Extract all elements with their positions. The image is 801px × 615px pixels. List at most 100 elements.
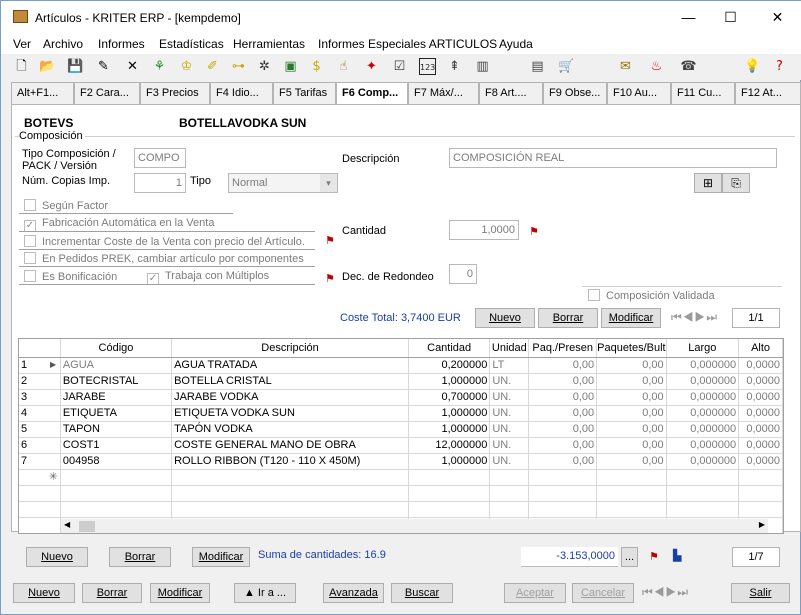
- cell-paq-presen[interactable]: 0,00: [528, 421, 598, 438]
- cell-codigo[interactable]: COST1: [60, 437, 173, 454]
- new-row-cell[interactable]: [666, 469, 740, 486]
- new-row-cell[interactable]: [738, 469, 783, 486]
- cell-paquetes-bult[interactable]: 0,00: [596, 357, 667, 374]
- horizontal-scrollbar[interactable]: ◀ ▶: [61, 519, 768, 533]
- tab-f5[interactable]: F5 Tarifas: [273, 82, 336, 104]
- cell-codigo[interactable]: TAPON: [60, 421, 173, 438]
- cell-cantidad[interactable]: 1,000000: [408, 373, 491, 390]
- pencil-icon[interactable]: ✐: [204, 58, 221, 75]
- cell-cantidad[interactable]: 0,700000: [408, 389, 491, 406]
- menu-archivo[interactable]: Archivo: [43, 37, 83, 51]
- multiplos-checkbox[interactable]: ✓ Trabaja con Múltiplos: [147, 270, 269, 285]
- cell-paquetes-bult[interactable]: 0,00: [596, 421, 667, 438]
- tipo-composicion-field[interactable]: COMPO: [134, 148, 186, 168]
- new-document-icon[interactable]: 🗋: [13, 58, 30, 75]
- cell-paquetes-bult[interactable]: 0,00: [596, 373, 667, 390]
- checklist-icon[interactable]: ☑: [391, 58, 408, 75]
- cell-paquetes-bult[interactable]: 0,00: [596, 389, 667, 406]
- segun-factor-checkbox[interactable]: Según Factor: [24, 199, 108, 212]
- cell-paquetes-bult[interactable]: 0,00: [596, 405, 667, 422]
- network-icon[interactable]: ✲: [256, 58, 273, 75]
- cell-largo[interactable]: 0,000000: [666, 421, 740, 438]
- money-bag-icon[interactable]: ♨: [648, 58, 665, 75]
- cell-alto[interactable]: 0,0000: [738, 373, 783, 390]
- cell-descripcion[interactable]: AGUA TRATADA: [171, 357, 409, 374]
- aceptar-button[interactable]: Aceptar: [504, 583, 566, 603]
- scroll-left-icon[interactable]: ◀: [64, 520, 70, 529]
- open-folder-icon[interactable]: 📂: [39, 58, 56, 75]
- save-icon[interactable]: 💾: [67, 58, 84, 75]
- copias-field[interactable]: 1: [134, 173, 186, 193]
- new-row-cell[interactable]: [528, 469, 598, 486]
- cell-codigo[interactable]: AGUA: [60, 357, 173, 374]
- tab-f10[interactable]: F10 Au...: [607, 82, 671, 104]
- menu-ayuda[interactable]: Ayuda: [499, 37, 533, 51]
- cell-unidad[interactable]: LT: [489, 357, 530, 374]
- structure-icon[interactable]: ⊶: [230, 58, 247, 75]
- main-navigator-icons[interactable]: ⏮◀▶⏭: [642, 585, 689, 600]
- menu-informes[interactable]: Informes: [98, 37, 145, 51]
- cell-paq-presen[interactable]: 0,00: [528, 373, 598, 390]
- header-paq-presen[interactable]: Paq./Presen: [528, 339, 598, 358]
- menu-herramientas[interactable]: Herramientas: [233, 37, 305, 51]
- buscar-button[interactable]: Buscar: [391, 583, 453, 603]
- cell-largo[interactable]: 0,000000: [666, 405, 740, 422]
- cell-largo[interactable]: 0,000000: [666, 373, 740, 390]
- modificar-linea-button[interactable]: Modificar: [192, 547, 250, 567]
- tab-f2[interactable]: F2 Cara...: [74, 82, 140, 104]
- note-icon[interactable]: ✉: [617, 58, 634, 75]
- cell-alto[interactable]: 0,0000: [738, 453, 783, 470]
- cell-paq-presen[interactable]: 0,00: [528, 357, 598, 374]
- menu-informes-especiales[interactable]: Informes Especiales ARTICULOS: [318, 37, 497, 51]
- cell-codigo[interactable]: JARABE: [60, 389, 173, 406]
- cell-descripcion[interactable]: ROLLO RIBBON (T120 - 110 X 450M): [171, 453, 409, 470]
- flag-icon[interactable]: ▙: [673, 549, 681, 562]
- tab-f3[interactable]: F3 Precios: [140, 82, 210, 104]
- bar-chart-icon[interactable]: ▥: [474, 58, 491, 75]
- ir-a-button[interactable]: ▲ Ir a ...: [234, 583, 296, 603]
- redondeo-help-icon[interactable]: ⚑: [325, 272, 335, 285]
- borrar-composicion-button[interactable]: Borrar: [538, 308, 598, 328]
- table-row[interactable]: 3 JARABE JARABE VODKA 0,700000 UN. 0,00 0,00 0,…: [19, 389, 783, 406]
- phone-icon[interactable]: ☎: [680, 58, 697, 75]
- cell-cantidad[interactable]: 1,000000: [408, 421, 491, 438]
- lines-help-icon[interactable]: ⚑: [649, 550, 659, 563]
- avanzada-button[interactable]: Avanzada: [323, 583, 384, 603]
- redondeo-field[interactable]: 0: [449, 264, 477, 284]
- cart-icon[interactable]: 🛒: [558, 58, 575, 75]
- wand-icon[interactable]: ✦: [363, 58, 380, 75]
- ellipsis-button[interactable]: ...: [621, 547, 638, 567]
- cell-unidad[interactable]: UN.: [489, 405, 530, 422]
- cell-cantidad[interactable]: 1,000000: [408, 405, 491, 422]
- new-row-cell[interactable]: [171, 469, 409, 486]
- scroll-right-icon[interactable]: ▶: [759, 520, 765, 529]
- cantidad-calc-icon[interactable]: ⚑: [529, 225, 539, 238]
- hand-icon[interactable]: ☝: [335, 58, 352, 75]
- header-alto[interactable]: Alto: [738, 339, 783, 358]
- cell-paq-presen[interactable]: 0,00: [528, 389, 598, 406]
- cell-unidad[interactable]: UN.: [489, 389, 530, 406]
- cell-largo[interactable]: 0,000000: [666, 437, 740, 454]
- header-descripcion[interactable]: Descripción: [171, 339, 409, 358]
- incrementar-checkbox[interactable]: Incrementar Coste de la Venta con precio…: [24, 235, 305, 248]
- new-row-marker[interactable]: ✳: [19, 469, 61, 486]
- nuevo-linea-button[interactable]: Nuevo: [26, 547, 88, 567]
- cell-alto[interactable]: 0,0000: [738, 357, 783, 374]
- header-unidad[interactable]: Unidad: [489, 339, 530, 358]
- validada-checkbox[interactable]: Composición Validada: [588, 289, 715, 302]
- nuevo-button[interactable]: Nuevo: [13, 583, 75, 603]
- cantidad-field[interactable]: 1,0000: [449, 220, 519, 240]
- cell-alto[interactable]: 0,0000: [738, 389, 783, 406]
- report-icon[interactable]: ▤: [529, 58, 546, 75]
- cell-alto[interactable]: 0,0000: [738, 421, 783, 438]
- new-row-cell[interactable]: [489, 469, 530, 486]
- cell-unidad[interactable]: UN.: [489, 373, 530, 390]
- tree-icon[interactable]: ⚘: [151, 58, 168, 75]
- cell-descripcion[interactable]: JARABE VODKA: [171, 389, 409, 406]
- numbers-icon[interactable]: 123: [419, 58, 436, 75]
- cell-alto[interactable]: 0,0000: [738, 405, 783, 422]
- box-icon[interactable]: ▣: [282, 58, 299, 75]
- tab-f9[interactable]: F9 Obse...: [543, 82, 607, 104]
- cell-paquetes-bult[interactable]: 0,00: [596, 453, 667, 470]
- cell-paq-presen[interactable]: 0,00: [528, 437, 598, 454]
